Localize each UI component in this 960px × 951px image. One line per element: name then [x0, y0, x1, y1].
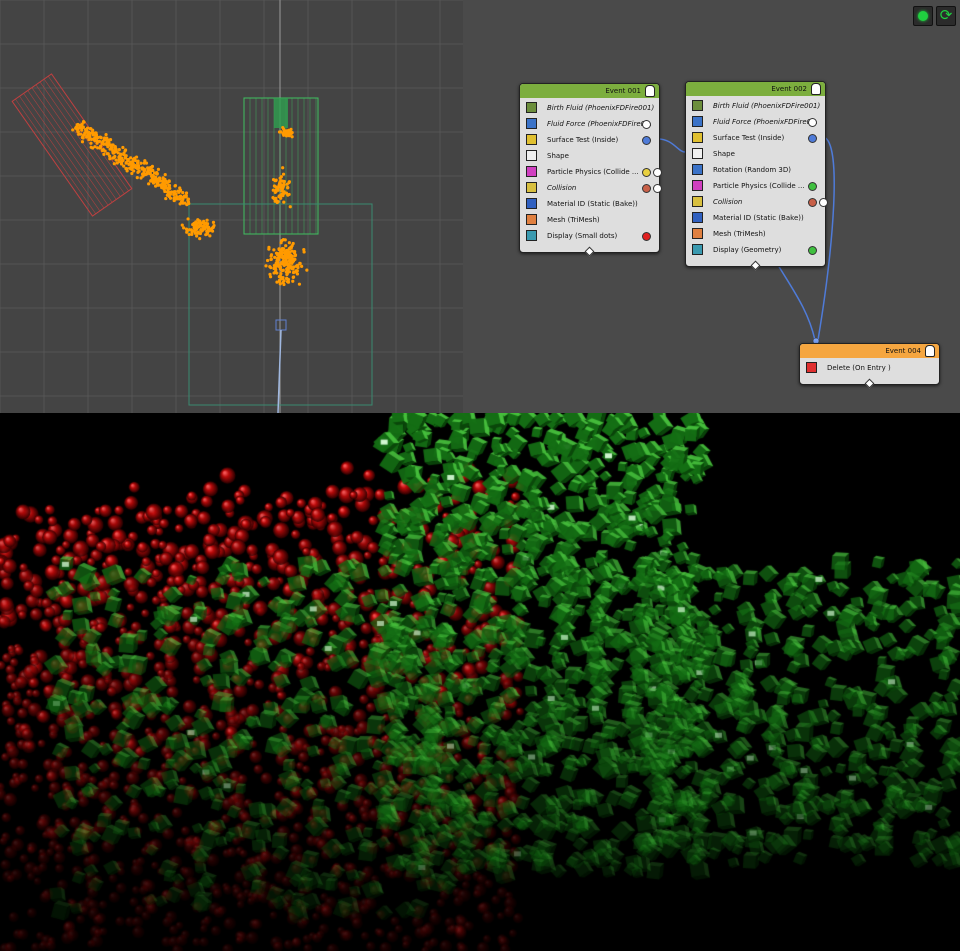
operator-label: Collision [713, 198, 743, 206]
lightbulb-icon[interactable] [645, 85, 655, 97]
operator-label: Particle Physics (Collide ... [547, 168, 639, 176]
event-002-header[interactable]: Event 002 [686, 82, 825, 96]
operator-label: Collision [547, 184, 577, 192]
operator-label: Birth Fluid (PhoenixFDFire001) [713, 102, 821, 110]
refresh-icon: ⟳ [939, 6, 953, 24]
physics-icon [526, 166, 537, 177]
output-port[interactable] [808, 182, 817, 191]
collision-icon [526, 182, 537, 193]
operator-row[interactable]: Display (Small dots) [520, 228, 659, 244]
operator-row[interactable]: Fluid Force (PhoenixFDFire0... [686, 114, 825, 130]
operator-row[interactable]: Shape [686, 146, 825, 162]
birth-icon [692, 100, 703, 111]
operator-label: Material ID (Static (Bake)) [547, 200, 638, 208]
operator-label: Particle Physics (Collide ... [713, 182, 805, 190]
operator-row[interactable]: Material ID (Static (Bake)) [520, 196, 659, 212]
force-icon [692, 116, 703, 127]
output-port[interactable] [642, 136, 651, 145]
operator-label: Display (Small dots) [547, 232, 618, 240]
material-icon [692, 212, 703, 223]
operator-label: Display (Geometry) [713, 246, 782, 254]
delete-icon [806, 362, 817, 373]
event-004-node[interactable]: Event 004 Delete (On Entry ) [799, 343, 940, 389]
output-port[interactable] [642, 232, 651, 241]
shape-icon [692, 148, 703, 159]
event-002-node[interactable]: Event 002 Birth Fluid (PhoenixFDFire001) F… [685, 81, 828, 271]
operator-label: Shape [713, 150, 735, 158]
rotation-icon [692, 164, 703, 175]
output-port[interactable] [808, 118, 817, 127]
event-001-node[interactable]: Event 001 Birth Fluid (PhoenixFDFire001) F… [519, 83, 662, 257]
event-title: Event 001 [605, 87, 641, 95]
rendered-particles-image [0, 413, 960, 951]
birth-icon [526, 102, 537, 113]
event-title: Event 004 [885, 347, 921, 355]
operator-label: Delete (On Entry ) [827, 364, 891, 372]
render-output [0, 413, 960, 951]
operator-row[interactable]: Birth Fluid (PhoenixFDFire001) [686, 98, 825, 114]
lightbulb-icon[interactable] [925, 345, 935, 357]
material-icon [526, 198, 537, 209]
viewport-3d[interactable]: Event 001 Birth Fluid (PhoenixFDFire001) F… [0, 0, 960, 413]
operator-row[interactable]: Fluid Force (PhoenixFDFire0... [520, 116, 659, 132]
output-port[interactable] [808, 134, 817, 143]
output-port[interactable] [642, 120, 651, 129]
mesh-icon [526, 214, 537, 225]
display-icon [692, 244, 703, 255]
operator-row[interactable]: Birth Fluid (PhoenixFDFire001) [520, 100, 659, 116]
test-icon [692, 132, 703, 143]
event-title: Event 002 [771, 85, 807, 93]
collision-icon [692, 196, 703, 207]
output-port[interactable] [642, 168, 651, 177]
viewport-scene[interactable] [0, 0, 463, 413]
operator-label: Surface Test (Inside) [547, 136, 619, 144]
mesh-icon [692, 228, 703, 239]
operator-row[interactable]: Particle Physics (Collide ... [686, 178, 825, 194]
operator-row[interactable]: Shape [520, 148, 659, 164]
test-output-port[interactable] [653, 184, 662, 193]
operator-row[interactable]: Collision [520, 180, 662, 196]
output-port[interactable] [808, 246, 817, 255]
operator-row[interactable]: Mesh (TriMesh) [520, 212, 659, 228]
physics-icon [692, 180, 703, 191]
event-001-header[interactable]: Event 001 [520, 84, 659, 98]
operator-row[interactable]: Surface Test (Inside) [520, 132, 659, 148]
force-icon [526, 118, 537, 129]
operator-label: Mesh (TriMesh) [547, 216, 600, 224]
output-port[interactable] [642, 184, 651, 193]
operator-row[interactable]: Display (Geometry) [686, 242, 825, 258]
output-port[interactable] [808, 198, 817, 207]
green-dot-icon [918, 11, 928, 21]
shape-icon [526, 150, 537, 161]
operator-row[interactable]: Surface Test (Inside) [686, 130, 825, 146]
test-output-port[interactable] [653, 168, 662, 177]
operator-row[interactable]: Mesh (TriMesh) [686, 226, 825, 242]
operator-row[interactable]: Delete (On Entry ) [800, 360, 939, 376]
operator-label: Birth Fluid (PhoenixFDFire001) [547, 104, 655, 112]
operator-label: Mesh (TriMesh) [713, 230, 766, 238]
lightbulb-icon[interactable] [811, 83, 821, 95]
operator-label: Fluid Force (PhoenixFDFire0... [713, 118, 818, 126]
operator-row[interactable]: Rotation (Random 3D) [686, 162, 825, 178]
display-icon [526, 230, 537, 241]
operator-label: Rotation (Random 3D) [713, 166, 792, 174]
operator-row[interactable]: Particle Physics (Collide ... [520, 164, 662, 180]
test-icon [526, 134, 537, 145]
operator-label: Surface Test (Inside) [713, 134, 785, 142]
operator-label: Fluid Force (PhoenixFDFire0... [547, 120, 652, 128]
event-004-header[interactable]: Event 004 [800, 344, 939, 358]
operator-row[interactable]: Collision [686, 194, 828, 210]
operator-row[interactable]: Material ID (Static (Bake)) [686, 210, 825, 226]
operator-label: Material ID (Static (Bake)) [713, 214, 804, 222]
operator-label: Shape [547, 152, 569, 160]
test-output-port[interactable] [819, 198, 828, 207]
toolbar-green-dot-button[interactable] [913, 6, 933, 26]
toolbar-refresh-button[interactable]: ⟳ [936, 6, 956, 26]
